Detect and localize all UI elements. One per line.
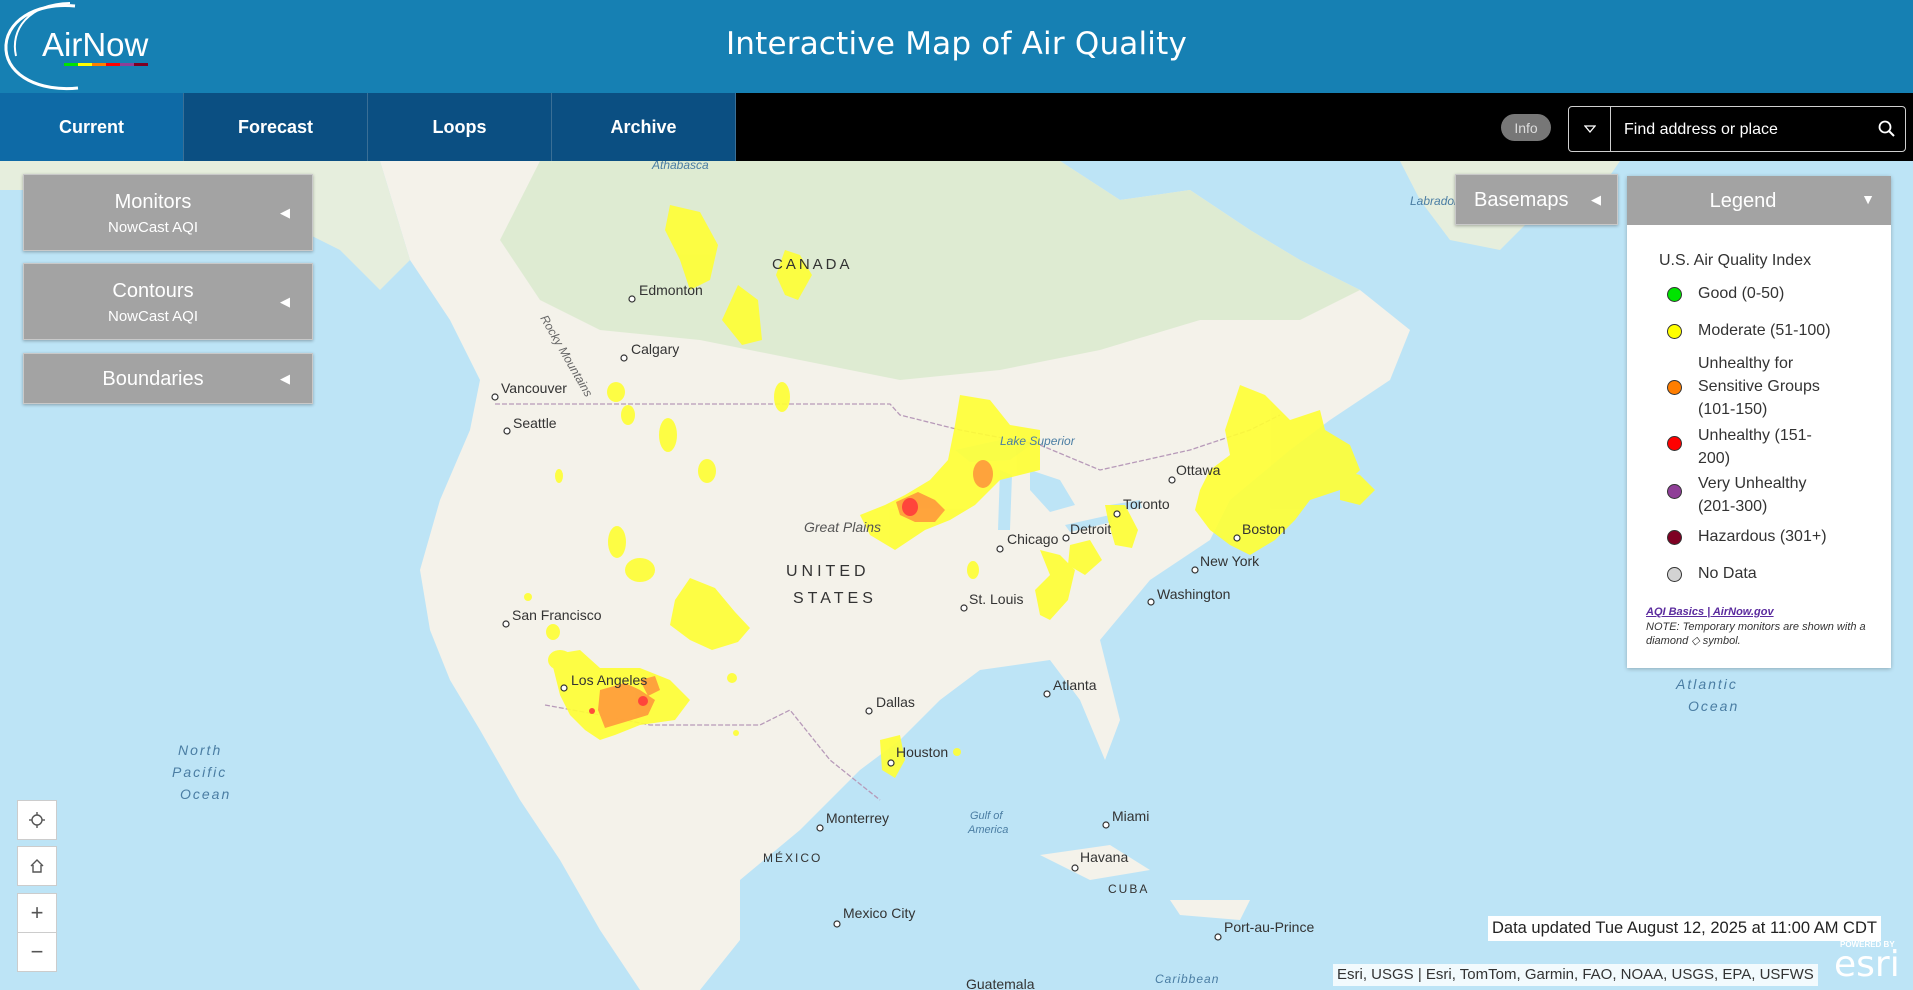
color-swatch xyxy=(1667,567,1682,582)
map-label-dallas: Dallas xyxy=(876,694,915,710)
map-label-pacific-ocean: Ocean xyxy=(180,786,231,802)
tab-archive[interactable]: Archive xyxy=(552,93,736,161)
zoom-in-button[interactable]: + xyxy=(17,893,57,933)
color-swatch xyxy=(1667,380,1682,395)
contours-title: Contours xyxy=(112,280,194,302)
header: AirNow Interactive Map of Air Quality xyxy=(0,0,1913,93)
chevron-left-icon: ◀ xyxy=(1591,192,1601,207)
map-label-pacific: Pacific xyxy=(172,764,227,780)
map-label-new-york: New York xyxy=(1200,553,1260,569)
diamond-icon: ◇ xyxy=(1691,635,1700,647)
zoom-out-button[interactable]: − xyxy=(17,932,57,972)
chevron-left-icon: ◀ xyxy=(280,205,290,220)
map-label-mexico: MÉXICO xyxy=(763,850,822,865)
legend-item-unhealthy: Unhealthy (151- 200) xyxy=(1667,424,1812,470)
tab-loops[interactable]: Loops xyxy=(368,93,552,161)
map-label-lake-superior: Lake Superior xyxy=(1000,434,1076,448)
info-button[interactable]: Info xyxy=(1501,114,1551,141)
legend-toggle[interactable]: Legend ▼ xyxy=(1627,176,1891,225)
map-label-chicago: Chicago xyxy=(1007,531,1059,547)
tab-forecast[interactable]: Forecast xyxy=(184,93,368,161)
map-label-caribbean: Caribbean xyxy=(1155,972,1219,986)
map-label-mexico-city: Mexico City xyxy=(843,905,915,921)
map-label-los-angeles: Los Angeles xyxy=(571,672,647,688)
map-label-port-au-prince: Port-au-Prince xyxy=(1224,919,1314,935)
data-updated-text: Data updated Tue August 12, 2025 at 11:0… xyxy=(1488,916,1881,941)
map-label-boston: Boston xyxy=(1242,521,1286,537)
map-label-miami: Miami xyxy=(1112,808,1149,824)
monitors-title: Monitors xyxy=(114,191,192,213)
color-swatch xyxy=(1667,436,1682,451)
map-label-great-plains: Great Plains xyxy=(804,519,881,535)
map-label-atlantic-ocean: Ocean xyxy=(1688,698,1739,714)
minus-icon: − xyxy=(30,939,44,964)
legend-note: NOTE: Temporary monitors are shown with … xyxy=(1646,621,1866,647)
map-label-north: North xyxy=(178,742,222,758)
esri-logo[interactable]: POWERED BY esri xyxy=(1834,940,1910,988)
chevron-down-icon: ▼ xyxy=(1861,191,1875,207)
chevron-down-icon xyxy=(1583,125,1596,134)
basemaps-title: Basemaps xyxy=(1474,189,1569,211)
legend-panel: Legend ▼ U.S. Air Quality Index Good (0-… xyxy=(1627,176,1891,668)
esri-text: esri xyxy=(1834,944,1900,985)
map-label-america: America xyxy=(967,824,1008,836)
chevron-left-icon: ◀ xyxy=(280,294,290,309)
search-input[interactable] xyxy=(1622,119,1866,141)
legend-heading: U.S. Air Quality Index xyxy=(1659,252,1812,269)
legend-item-very-unhealthy: Very Unhealthy (201-300) xyxy=(1667,472,1807,518)
legend-item-good: Good (0-50) xyxy=(1667,282,1784,305)
map-label-canada: CANADA xyxy=(772,256,853,273)
map-label-vancouver: Vancouver xyxy=(501,380,567,396)
map-label-athabasca: Athabasca xyxy=(651,161,709,172)
map-label-atlanta: Atlanta xyxy=(1053,677,1097,693)
attribution-text: Esri, USGS | Esri, TomTom, Garmin, FAO, … xyxy=(1333,964,1818,986)
map-label-houston: Houston xyxy=(896,744,948,760)
map-label-seattle: Seattle xyxy=(513,415,557,431)
map-label-atlantic: Atlantic xyxy=(1675,676,1738,692)
map-label-washington: Washington xyxy=(1157,586,1230,602)
legend-item-no-data: No Data xyxy=(1667,562,1757,585)
page-title: Interactive Map of Air Quality xyxy=(725,26,1188,62)
map-label-gulf: Gulf of xyxy=(970,810,1003,822)
basemaps-panel-toggle[interactable]: Basemaps ◀ xyxy=(1455,174,1618,225)
crosshair-icon xyxy=(29,812,45,828)
search-box xyxy=(1568,106,1906,152)
map-label-san-francisco: San Francisco xyxy=(512,607,602,623)
monitors-panel-toggle[interactable]: Monitors NowCast AQI ◀ xyxy=(23,174,313,251)
home-button[interactable] xyxy=(17,846,57,886)
chevron-left-icon: ◀ xyxy=(280,371,290,386)
map-label-united: UNITED xyxy=(786,563,870,580)
monitors-subtitle: NowCast AQI xyxy=(107,219,199,236)
search-icon[interactable] xyxy=(1877,119,1897,139)
color-swatch xyxy=(1667,324,1682,339)
legend-title: Legend xyxy=(1709,190,1777,212)
map-label-calgary: Calgary xyxy=(631,341,679,357)
contours-panel-toggle[interactable]: Contours NowCast AQI ◀ xyxy=(23,263,313,340)
map-label-monterrey: Monterrey xyxy=(826,810,889,826)
map-label-guatemala: Guatemala xyxy=(966,976,1035,990)
map-label-toronto: Toronto xyxy=(1123,496,1170,512)
map-label-states: STATES xyxy=(793,590,877,607)
color-swatch xyxy=(1667,287,1682,302)
legend-item-hazardous: Hazardous (301+) xyxy=(1667,525,1827,548)
map-label-havana: Havana xyxy=(1080,849,1128,865)
legend-item-usg: Unhealthy for Sensitive Groups (101-150) xyxy=(1667,352,1820,421)
locate-button[interactable] xyxy=(17,800,57,840)
color-swatch xyxy=(1667,484,1682,499)
map-label-st-louis: St. Louis xyxy=(969,591,1023,607)
color-swatch xyxy=(1667,530,1682,545)
home-icon xyxy=(30,859,44,873)
map-label-ottawa: Ottawa xyxy=(1176,462,1221,478)
plus-icon: + xyxy=(30,900,44,925)
map-label-edmonton: Edmonton xyxy=(639,282,703,298)
legend-item-moderate: Moderate (51-100) xyxy=(1667,319,1831,342)
map-label-cuba: CUBA xyxy=(1108,882,1149,896)
tab-current[interactable]: Current xyxy=(0,93,184,161)
boundaries-panel-toggle[interactable]: Boundaries ◀ xyxy=(23,353,313,404)
contours-subtitle: NowCast AQI xyxy=(107,308,199,325)
boundaries-title: Boundaries xyxy=(102,368,204,390)
search-source-dropdown[interactable] xyxy=(1569,107,1611,151)
map-label-detroit: Detroit xyxy=(1070,521,1111,537)
aqi-basics-link[interactable]: AQI Basics | AirNow.gov xyxy=(1646,606,1774,618)
